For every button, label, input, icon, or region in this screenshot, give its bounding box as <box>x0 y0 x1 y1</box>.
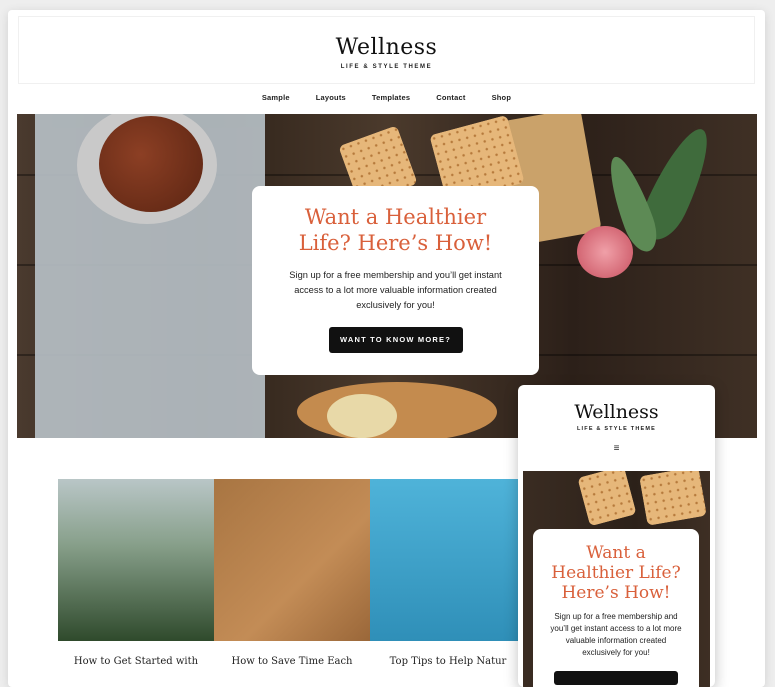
mobile-hero-description-line: exclusively for you! <box>582 648 650 657</box>
site-logo-title[interactable]: Wellness <box>19 37 754 59</box>
coffee-image <box>99 116 203 212</box>
mobile-hero-description-line: Sign up for a free membership and <box>554 612 678 621</box>
mobile-hero-card: Want a Healthier Life? Here’s How! Sign … <box>533 529 699 687</box>
cracker-image <box>639 471 707 526</box>
mobile-hero-heading-line: Here’s How! <box>561 583 671 603</box>
post-thumbnail[interactable] <box>370 479 526 641</box>
post-titles: How to Get Started with How to Save Time… <box>58 656 526 667</box>
mobile-hero-banner: Want a Healthier Life? Here’s How! Sign … <box>523 471 710 687</box>
mobile-hero-description: Sign up for a free membership and you’ll… <box>541 611 691 659</box>
cracker-image <box>577 471 637 527</box>
hero-heading: Want a Healthier Life? Here’s How! <box>252 204 539 256</box>
hero-description-line: access to a lot more valuable informatio… <box>294 285 497 295</box>
cheese-image <box>327 394 397 438</box>
mobile-hero-heading: Want a Healthier Life? Here’s How! <box>533 543 699 603</box>
post-grid <box>58 479 526 641</box>
mobile-cta-button[interactable] <box>554 671 678 685</box>
site-tagline: LIFE & STYLE THEME <box>340 64 433 70</box>
nav-item-sample[interactable]: Sample <box>262 93 290 111</box>
post-thumbnail[interactable] <box>58 479 214 641</box>
nav-item-layouts[interactable]: Layouts <box>316 93 346 111</box>
hero-description-line: exclusively for you! <box>356 300 435 310</box>
hero-description-line: Sign up for a free membership and you’ll… <box>289 270 502 280</box>
post-title[interactable]: Top Tips to Help Natur <box>370 656 526 667</box>
mobile-preview: Wellness LIFE & STYLE THEME ≡ Want a Hea… <box>518 385 715 687</box>
hamburger-menu-icon[interactable]: ≡ <box>518 444 715 454</box>
nav-item-shop[interactable]: Shop <box>492 93 512 111</box>
mobile-logo-title[interactable]: Wellness <box>518 403 715 422</box>
nav-item-templates[interactable]: Templates <box>372 93 410 111</box>
hero-heading-line: Life? Here’s How! <box>298 231 493 255</box>
post-thumbnail[interactable] <box>214 479 370 641</box>
nav-item-contact[interactable]: Contact <box>436 93 465 111</box>
mobile-tagline: LIFE & STYLE THEME <box>576 426 657 432</box>
want-to-know-more-button[interactable]: WANT TO KNOW MORE? <box>328 327 463 353</box>
mobile-hero-heading-line: Want a <box>586 543 646 563</box>
post-title[interactable]: How to Get Started with <box>58 656 214 667</box>
hero-description: Sign up for a free membership and you’ll… <box>280 268 511 313</box>
main-nav: Sample Layouts Templates Contact Shop <box>8 93 765 111</box>
flower-image <box>577 226 633 278</box>
mobile-hero-description-line: valuable information created <box>565 636 667 645</box>
post-title[interactable]: How to Save Time Each <box>214 656 370 667</box>
mobile-hero-description-line: you’ll get instant access to a lot more <box>550 624 682 633</box>
hero-card: Want a Healthier Life? Here’s How! Sign … <box>252 186 539 375</box>
hero-heading-line: Want a Healthier <box>304 205 487 229</box>
mobile-hero-heading-line: Healthier Life? <box>551 563 681 583</box>
site-header: Wellness LIFE & STYLE THEME <box>18 16 755 84</box>
